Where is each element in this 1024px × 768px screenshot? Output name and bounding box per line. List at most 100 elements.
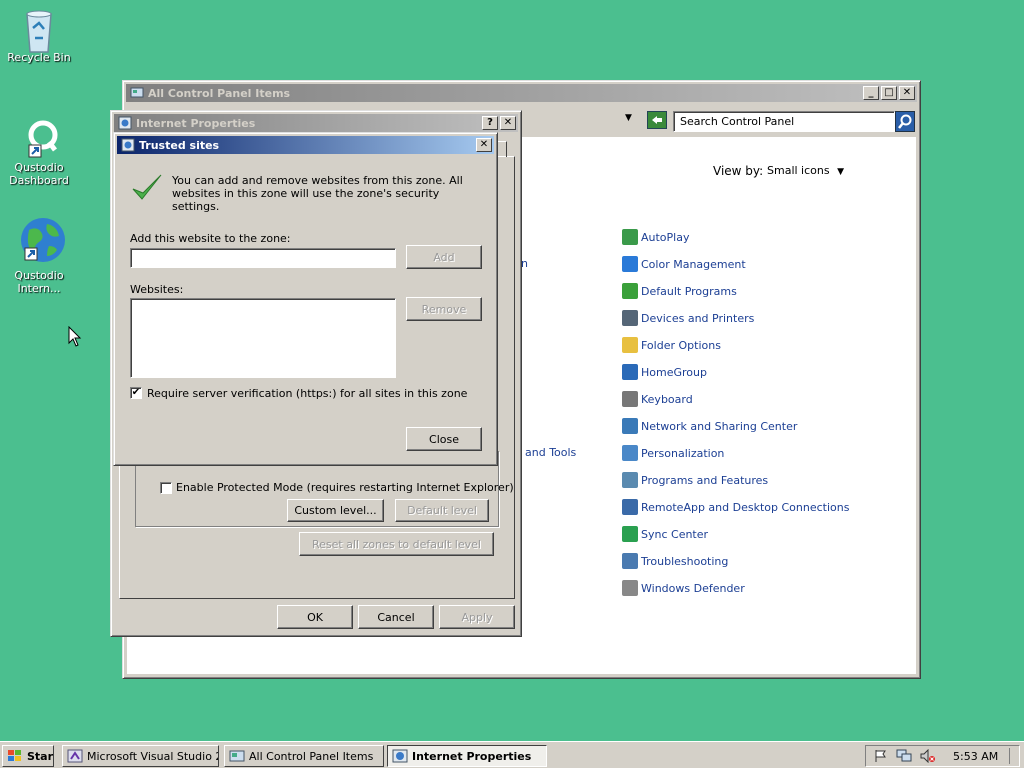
desktop-icon-label: Qustodio Dashboard (9, 161, 69, 187)
websites-label: Websites: (130, 283, 184, 296)
close-button[interactable]: ✕ (476, 138, 492, 152)
search-icon[interactable] (895, 111, 915, 132)
protected-mode-label: Enable Protected Mode (requires restarti… (176, 481, 514, 494)
personalization-icon (622, 445, 638, 461)
reset-all-zones-button[interactable]: Reset all zones to default level (299, 532, 494, 556)
devices-printers-icon (622, 310, 638, 326)
control-panel-item[interactable]: Network and Sharing Center (622, 417, 797, 435)
control-panel-item[interactable]: Color Management (622, 255, 746, 273)
control-panel-item-label: HomeGroup (641, 365, 707, 379)
default-level-button[interactable]: Default level (395, 499, 489, 522)
control-panel-icon (229, 750, 245, 762)
control-panel-item[interactable]: Keyboard (622, 390, 693, 408)
folder-options-icon (622, 337, 638, 353)
control-panel-item[interactable]: Troubleshooting (622, 552, 728, 570)
address-dropdown-arrow[interactable]: ▼ (625, 113, 632, 123)
ok-button[interactable]: OK (277, 605, 353, 629)
view-by-dropdown[interactable]: Small icons ▼ (767, 164, 844, 177)
refresh-icon[interactable] (647, 111, 667, 129)
checkmark-icon (132, 174, 162, 200)
apply-button[interactable]: Apply (439, 605, 515, 629)
protected-mode-checkbox[interactable] (160, 482, 172, 494)
trusted-sites-titlebar[interactable]: Trusted sites ✕ (117, 136, 494, 154)
control-panel-item[interactable]: AutoPlay (622, 228, 689, 246)
close-button[interactable]: ✕ (899, 86, 915, 100)
system-tray: 5:53 AM (865, 745, 1020, 767)
remove-button[interactable]: Remove (406, 297, 482, 321)
window-title: Internet Properties (136, 116, 256, 130)
taskbar-button-label: Microsoft Visual Studio 2... (87, 749, 219, 763)
search-input[interactable]: Search Control Panel (673, 111, 895, 132)
color-management-icon (622, 256, 638, 272)
control-panel-item-label: Default Programs (641, 284, 737, 298)
maximize-button[interactable]: □ (881, 86, 897, 100)
taskbar: Start Microsoft Visual Studio 2... All C… (0, 741, 1024, 768)
trusted-sites-icon (121, 138, 135, 152)
control-panel-item[interactable]: Sync Center (622, 525, 708, 543)
taskbar-button-visual-studio[interactable]: Microsoft Visual Studio 2... (62, 745, 219, 767)
control-panel-item-label: Troubleshooting (641, 554, 729, 568)
start-button[interactable]: Start (2, 745, 54, 767)
start-label: Start (27, 749, 54, 763)
search-placeholder: Search Control Panel (680, 115, 795, 128)
help-button[interactable]: ? (482, 116, 498, 130)
control-panel-item[interactable]: HomeGroup (622, 363, 707, 381)
control-panel-item[interactable]: Default Programs (622, 282, 737, 300)
require-verification-checkbox[interactable]: ✔ (130, 387, 142, 399)
partial-item-2[interactable]: and Tools (525, 446, 576, 459)
desktop-icon-qustodio-internet[interactable]: Qustodio Intern... (4, 216, 74, 295)
trusted-sites-dialog: Trusted sites ✕ You can add and remove w… (113, 132, 498, 466)
custom-level-button[interactable]: Custom level... (287, 499, 384, 522)
control-panel-item[interactable]: RemoteApp and Desktop Connections (622, 498, 849, 516)
desktop-icon-recycle-bin[interactable]: Recycle Bin (4, 8, 74, 64)
add-button[interactable]: Add (406, 245, 482, 269)
add-website-input[interactable] (130, 248, 396, 268)
control-panel-item-label: AutoPlay (641, 230, 690, 244)
control-panel-item-label: Windows Defender (641, 581, 745, 595)
visual-studio-icon (67, 749, 83, 763)
dialog-title: Trusted sites (139, 138, 220, 152)
control-panel-item-label: Programs and Features (641, 473, 769, 487)
control-panel-item-label: Folder Options (641, 338, 721, 352)
taskbar-button-control-panel[interactable]: All Control Panel Items (224, 745, 384, 767)
close-dialog-button[interactable]: Close (406, 427, 482, 451)
windows-defender-icon (622, 580, 638, 596)
control-panel-item[interactable]: Folder Options (622, 336, 721, 354)
clock[interactable]: 5:53 AM (953, 750, 998, 763)
partial-item-1[interactable]: n (521, 257, 528, 270)
control-panel-item-label: RemoteApp and Desktop Connections (641, 500, 850, 514)
control-panel-item-label: Sync Center (641, 527, 709, 541)
volume-muted-icon[interactable] (920, 749, 936, 763)
view-by-value: Small icons (767, 164, 830, 177)
control-panel-titlebar[interactable]: All Control Panel Items _ □ ✕ (126, 84, 917, 102)
internet-properties-icon (118, 116, 132, 130)
zone-description: You can add and remove websites from thi… (172, 174, 463, 213)
internet-properties-titlebar[interactable]: Internet Properties ? ✕ (114, 114, 518, 132)
show-desktop-button[interactable] (1009, 748, 1019, 764)
windows-logo-icon (8, 750, 21, 761)
control-panel-item-label: Keyboard (641, 392, 693, 406)
cancel-button[interactable]: Cancel (358, 605, 434, 629)
websites-list[interactable] (130, 298, 396, 378)
taskbar-button-internet-properties[interactable]: Internet Properties (387, 745, 547, 767)
control-panel-item[interactable]: Devices and Printers (622, 309, 754, 327)
close-button[interactable]: ✕ (500, 116, 516, 130)
network-icon[interactable] (896, 749, 912, 763)
troubleshooting-icon (622, 553, 638, 569)
window-title: All Control Panel Items (148, 86, 291, 100)
control-panel-icon (130, 87, 144, 98)
control-panel-item-label: Network and Sharing Center (641, 419, 798, 433)
homegroup-icon (622, 364, 638, 380)
control-panel-item[interactable]: Personalization (622, 444, 724, 462)
programs-features-icon (622, 472, 638, 488)
minimize-button[interactable]: _ (863, 86, 879, 100)
network-icon (622, 418, 638, 434)
desktop-icon-label: Qustodio Intern... (14, 269, 64, 295)
control-panel-item[interactable]: Programs and Features (622, 471, 768, 489)
view-by-label: View by: (713, 164, 764, 178)
remoteapp-icon (622, 499, 638, 515)
control-panel-item[interactable]: Windows Defender (622, 579, 745, 597)
mouse-cursor-icon (68, 326, 82, 347)
desktop-icon-qustodio-dashboard[interactable]: Qustodio Dashboard (4, 118, 74, 187)
flag-icon[interactable] (874, 749, 888, 763)
